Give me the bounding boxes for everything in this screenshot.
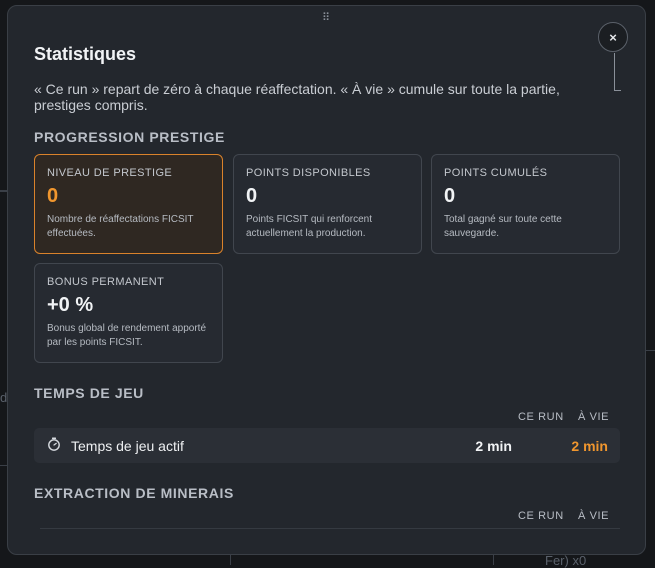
- card-description: Bonus global de rendement apporté par le…: [47, 323, 207, 348]
- card-permanent-bonus: BONUS PERMANENT +0 % Bonus global de ren…: [34, 263, 223, 363]
- background-text: Fer) x0: [545, 553, 587, 568]
- card-label: BONUS PERMANENT: [47, 276, 165, 288]
- card-prestige-level: NIVEAU DE PRESTIGE 0 Nombre de réaffecta…: [34, 154, 223, 254]
- table-row: Temps de jeu actif 2 min 2 min: [34, 428, 620, 463]
- card-description: Total gagné sur toute cette sauvegarde.: [444, 214, 562, 239]
- card-description: Nombre de réaffectations FICSIT effectué…: [47, 214, 194, 239]
- card-description: Points FICSIT qui renforcent actuellemen…: [246, 214, 372, 239]
- card-label: POINTS CUMULÉS: [444, 167, 548, 179]
- section-title-minerals: EXTRACTION DE MINERAIS: [34, 485, 234, 501]
- background-divider: [0, 190, 7, 192]
- column-header-run: CE RUN: [518, 510, 564, 522]
- modal-intro: « Ce run » repart de zéro à chaque réaff…: [34, 81, 560, 113]
- table-divider: [40, 528, 620, 529]
- column-header-lifetime: À VIE: [578, 510, 610, 522]
- row-label: Temps de jeu actif: [71, 438, 184, 454]
- drag-handle-icon[interactable]: ⠿: [322, 12, 330, 24]
- background-divider: [0, 465, 7, 466]
- background-divider: [646, 350, 655, 351]
- card-value: 0: [47, 185, 59, 207]
- modal-title: Statistiques: [34, 44, 137, 64]
- column-header-lifetime: À VIE: [578, 411, 610, 423]
- card-value: 0: [246, 185, 258, 207]
- card-value: 0: [444, 185, 456, 207]
- row-value-lifetime: 2 min: [571, 438, 608, 454]
- card-label: POINTS DISPONIBLES: [246, 167, 371, 179]
- row-value-run: 2 min: [475, 438, 512, 454]
- close-button-tooltip-line: [614, 53, 621, 91]
- column-header-run: CE RUN: [518, 411, 564, 423]
- background-divider: [230, 555, 231, 565]
- background-divider: [493, 555, 494, 565]
- section-title-playtime: TEMPS DE JEU: [34, 385, 144, 401]
- close-button[interactable]: ×: [598, 22, 628, 52]
- card-cumulative-points: POINTS CUMULÉS 0 Total gagné sur toute c…: [431, 154, 620, 254]
- statistics-modal: ⠿ × Statistiques « Ce run » repart de zé…: [7, 5, 646, 555]
- card-available-points: POINTS DISPONIBLES 0 Points FICSIT qui r…: [233, 154, 422, 254]
- card-value: +0 %: [47, 294, 94, 316]
- section-title-prestige: PROGRESSION PRESTIGE: [34, 129, 225, 145]
- stopwatch-icon: [48, 437, 60, 451]
- card-label: NIVEAU DE PRESTIGE: [47, 167, 173, 179]
